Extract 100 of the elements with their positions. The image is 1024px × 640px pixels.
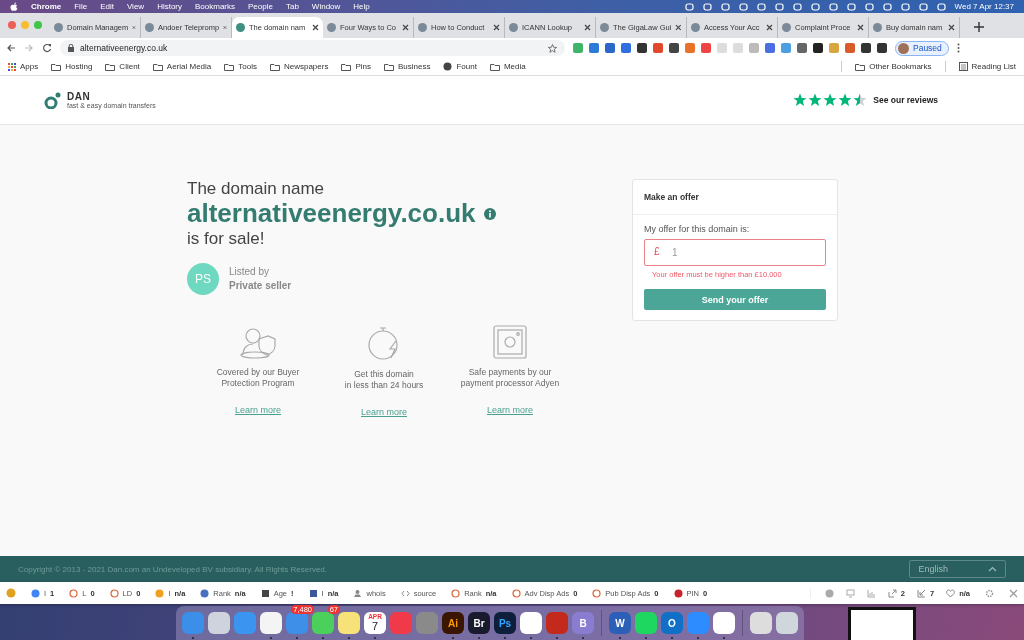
- app-icon[interactable]: [338, 612, 360, 634]
- menu-item[interactable]: History: [157, 2, 182, 11]
- avatar-icon: [898, 42, 909, 54]
- globe-icon: [200, 588, 210, 598]
- forward-icon: [24, 43, 34, 53]
- favicon-icon: [691, 23, 700, 32]
- close-icon: [132, 24, 136, 31]
- folder-icon: [152, 62, 163, 71]
- address-bar[interactable]: alternativeenergy.co.uk: [60, 40, 565, 56]
- folder-icon: [489, 62, 500, 71]
- reading-list-button[interactable]: Reading List: [958, 62, 1016, 71]
- zoom-window-button[interactable]: [34, 21, 42, 29]
- new-tab-icon: [974, 22, 984, 32]
- app-icon[interactable]: [520, 612, 542, 634]
- internal-link-icon: [917, 588, 926, 598]
- favicon-icon: [509, 23, 518, 32]
- bookmark[interactable]: Aerial Media: [152, 62, 212, 71]
- bookmark[interactable]: Client: [105, 62, 140, 71]
- app-icon[interactable]: Br: [468, 612, 490, 634]
- menu-item[interactable]: Help: [353, 2, 370, 11]
- globe-icon: [443, 62, 453, 71]
- ring-icon: [69, 588, 79, 598]
- language-select[interactable]: English: [909, 560, 1006, 578]
- bookmark[interactable]: Apps: [8, 62, 39, 71]
- menu-item[interactable]: Bookmarks: [195, 2, 236, 11]
- folder-icon: [341, 62, 352, 71]
- feature-text: Covered by our Buyer Protection Program: [216, 366, 300, 389]
- chart-icon[interactable]: [866, 588, 876, 598]
- bookmark[interactable]: Hosting: [51, 62, 93, 71]
- favicon-icon: [782, 23, 791, 32]
- close-icon: [584, 24, 591, 31]
- settings-icon: [985, 588, 994, 598]
- domain-name: alternativeenergy.co.uk: [187, 199, 476, 229]
- close-icon: [766, 24, 773, 31]
- app-icon[interactable]: [750, 612, 772, 634]
- info-icon[interactable]: [824, 588, 834, 598]
- currency-symbol: £: [654, 246, 660, 257]
- favicon-icon: [418, 23, 427, 32]
- list-icon: [958, 62, 968, 71]
- heading-text: is for sale!: [187, 228, 266, 249]
- close-icon: [402, 24, 409, 31]
- bookmark[interactable]: Media: [489, 62, 526, 71]
- app-icon[interactable]: Ps: [494, 612, 516, 634]
- app-icon[interactable]: [776, 612, 798, 634]
- menu-item[interactable]: Window: [311, 2, 341, 11]
- app-icon[interactable]: Ai: [442, 612, 464, 634]
- screenshot-thumbnail: [848, 607, 916, 640]
- app-icon[interactable]: O: [661, 612, 683, 634]
- field-label: My offer for this domain is:: [644, 224, 751, 234]
- app-icon[interactable]: [312, 612, 334, 634]
- favicon-icon: [327, 23, 336, 32]
- seller-name: Private seller: [229, 280, 292, 292]
- profile-button[interactable]: Paused: [895, 40, 949, 56]
- menu-item[interactable]: View: [126, 2, 145, 11]
- menu-item[interactable]: Chrome: [31, 2, 62, 11]
- feature-text: Get this domain in less than 24 hours: [344, 368, 424, 391]
- facebook-icon: [308, 588, 318, 598]
- more-options-icon: [956, 43, 960, 53]
- heart-icon: [946, 588, 956, 598]
- minimize-window-button[interactable]: [21, 21, 29, 29]
- menu-item[interactable]: Tab: [285, 2, 299, 11]
- monitor-icon[interactable]: [845, 588, 855, 598]
- ring-icon: [511, 588, 521, 598]
- close-icon: [675, 24, 682, 31]
- feature-text: Safe payments by our payment processor Adyen: [460, 366, 560, 389]
- folder-icon: [855, 62, 866, 71]
- seller-avatar: PS: [187, 262, 219, 295]
- app-icon[interactable]: B: [572, 612, 594, 634]
- close-icon: [493, 24, 500, 31]
- bookmark[interactable]: Fount: [443, 62, 477, 71]
- calendar-day: 7: [371, 620, 379, 632]
- logo-icon: [44, 91, 62, 109]
- bookmark[interactable]: Newspapers: [269, 62, 329, 71]
- bookmark[interactable]: Other Bookmarks: [855, 62, 932, 71]
- app-icon[interactable]: [713, 612, 735, 634]
- bookmark[interactable]: Tools: [224, 62, 257, 71]
- reviews-link[interactable]: See our reviews: [873, 95, 938, 105]
- app-icon[interactable]: [635, 612, 657, 634]
- star-icon: [548, 43, 557, 53]
- menu-item[interactable]: File: [74, 2, 88, 11]
- logo-text: DAN: [67, 91, 92, 102]
- chevron-up-icon: [988, 566, 997, 572]
- ring-icon: [592, 588, 602, 598]
- bookmark[interactable]: Pins: [341, 62, 371, 71]
- bookmark[interactable]: Business: [384, 62, 431, 71]
- external-link-icon: [887, 588, 897, 598]
- close-icon: [857, 24, 864, 31]
- menubar-clock: Wed 7 Apr 12:37: [954, 2, 1014, 11]
- menu-item[interactable]: Edit: [100, 2, 114, 11]
- safe-icon: [493, 324, 527, 359]
- apps-grid-icon: [8, 62, 16, 71]
- folder-icon: [384, 62, 394, 71]
- app-icon[interactable]: W: [609, 612, 631, 634]
- app-icon[interactable]: [260, 612, 282, 634]
- close-window-button[interactable]: [8, 21, 16, 29]
- menu-item[interactable]: People: [248, 2, 273, 11]
- app-icon[interactable]: [208, 612, 230, 634]
- favicon-icon: [873, 23, 882, 32]
- badge-icon: [6, 588, 16, 598]
- close-icon: [223, 24, 227, 31]
